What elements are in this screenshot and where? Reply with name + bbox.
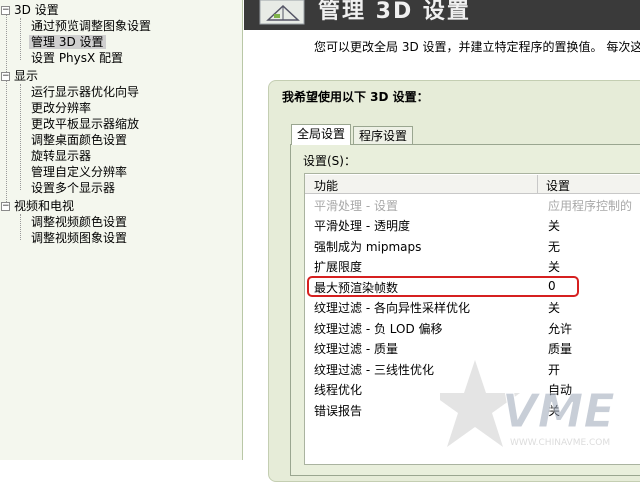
tree-section-label: 显示 bbox=[14, 69, 39, 83]
row-value[interactable]: 应用程序控制的 bbox=[548, 197, 632, 214]
row-feature[interactable]: 平滑处理 - 设置 bbox=[314, 197, 398, 214]
tree-item-custom-resolution[interactable]: 管理自定义分辨率 bbox=[29, 164, 129, 180]
tree-connector bbox=[20, 84, 21, 190]
row-feature[interactable]: 错误报告 bbox=[314, 402, 362, 419]
tree-section-label: 3D 设置 bbox=[14, 3, 59, 17]
tree-item-preview-image-settings[interactable]: 通过预览调整图象设置 bbox=[29, 18, 153, 34]
row-feature[interactable]: 强制成为 mipmaps bbox=[314, 238, 421, 255]
settings-label: 设置(S)： bbox=[303, 154, 356, 168]
column-divider[interactable] bbox=[537, 175, 538, 193]
panel-heading: 我希望使用以下 3D 设置： bbox=[282, 90, 429, 104]
tree-item-display-wizard[interactable]: 运行显示器优化向导 bbox=[29, 84, 141, 100]
settings-tree: 3D 设置 − 通过预览调整图象设置 管理 3D 设置 设置 PhysX 配置 … bbox=[0, 0, 243, 460]
tree-section-video-tv[interactable]: 视频和电视 bbox=[12, 198, 76, 214]
row-feature[interactable]: 平滑处理 - 透明度 bbox=[314, 217, 410, 234]
tree-connector bbox=[20, 18, 21, 60]
row-value[interactable]: 关 bbox=[548, 217, 560, 234]
vme-watermark-logo: VME WWW.CHINAVME.COM bbox=[440, 360, 615, 448]
row-feature[interactable]: 纹理过滤 - 负 LOD 偏移 bbox=[314, 320, 443, 337]
row-value[interactable]: 允许 bbox=[548, 320, 572, 337]
tree-section-label: 视频和电视 bbox=[14, 199, 75, 213]
page-title: 管理 3D 设置 bbox=[318, 0, 471, 24]
tree-item-manage-3d-settings[interactable]: 管理 3D 设置 bbox=[29, 34, 106, 50]
row-feature[interactable]: 纹理过滤 - 各向异性采样优化 bbox=[314, 299, 470, 316]
tree-section-display[interactable]: 显示 bbox=[12, 68, 40, 84]
svg-text:WWW.CHINAVME.COM: WWW.CHINAVME.COM bbox=[510, 438, 610, 448]
row-value[interactable]: 无 bbox=[548, 238, 560, 255]
tree-connector bbox=[20, 214, 21, 240]
row-feature[interactable]: 线程优化 bbox=[314, 381, 362, 398]
tree-item-rotate-display[interactable]: 旋转显示器 bbox=[29, 148, 93, 164]
tree-item-desktop-color[interactable]: 调整桌面颜色设置 bbox=[29, 132, 129, 148]
tree-item-video-image[interactable]: 调整视频图象设置 bbox=[29, 230, 129, 246]
row-feature[interactable]: 纹理过滤 - 三线性优化 bbox=[314, 361, 434, 378]
grid-header bbox=[305, 175, 640, 194]
tree-item-flat-panel-scaling[interactable]: 更改平板显示器缩放 bbox=[29, 116, 141, 132]
tree-section-3d-settings[interactable]: 3D 设置 bbox=[12, 2, 61, 18]
column-header-setting[interactable]: 设置 bbox=[546, 177, 570, 194]
collapse-icon[interactable]: − bbox=[1, 6, 10, 15]
row-value[interactable]: 关 bbox=[548, 299, 560, 316]
tree-item-change-resolution[interactable]: 更改分辨率 bbox=[29, 100, 93, 116]
tab-program-settings[interactable]: 程序设置 bbox=[353, 126, 414, 144]
tree-item-physx-config[interactable]: 设置 PhysX 配置 bbox=[29, 50, 125, 66]
3d-settings-icon bbox=[259, 0, 305, 25]
row-value[interactable]: 关 bbox=[548, 258, 560, 275]
svg-text:VME: VME bbox=[502, 384, 615, 438]
collapse-icon[interactable]: − bbox=[1, 72, 10, 81]
highlight-annotation bbox=[307, 276, 579, 297]
row-feature[interactable]: 扩展限度 bbox=[314, 258, 362, 275]
tree-item-multiple-displays[interactable]: 设置多个显示器 bbox=[29, 180, 117, 196]
tree-item-video-color[interactable]: 调整视频颜色设置 bbox=[29, 214, 129, 230]
collapse-icon[interactable]: − bbox=[1, 202, 10, 211]
tab-global-settings[interactable]: 全局设置 bbox=[291, 124, 352, 145]
page-description: 您可以更改全局 3D 设置，并建立特定程序的置换值。 每次这 bbox=[314, 40, 640, 54]
tree-connector bbox=[6, 14, 7, 210]
row-feature[interactable]: 纹理过滤 - 质量 bbox=[314, 340, 398, 357]
column-header-feature[interactable]: 功能 bbox=[314, 177, 338, 194]
